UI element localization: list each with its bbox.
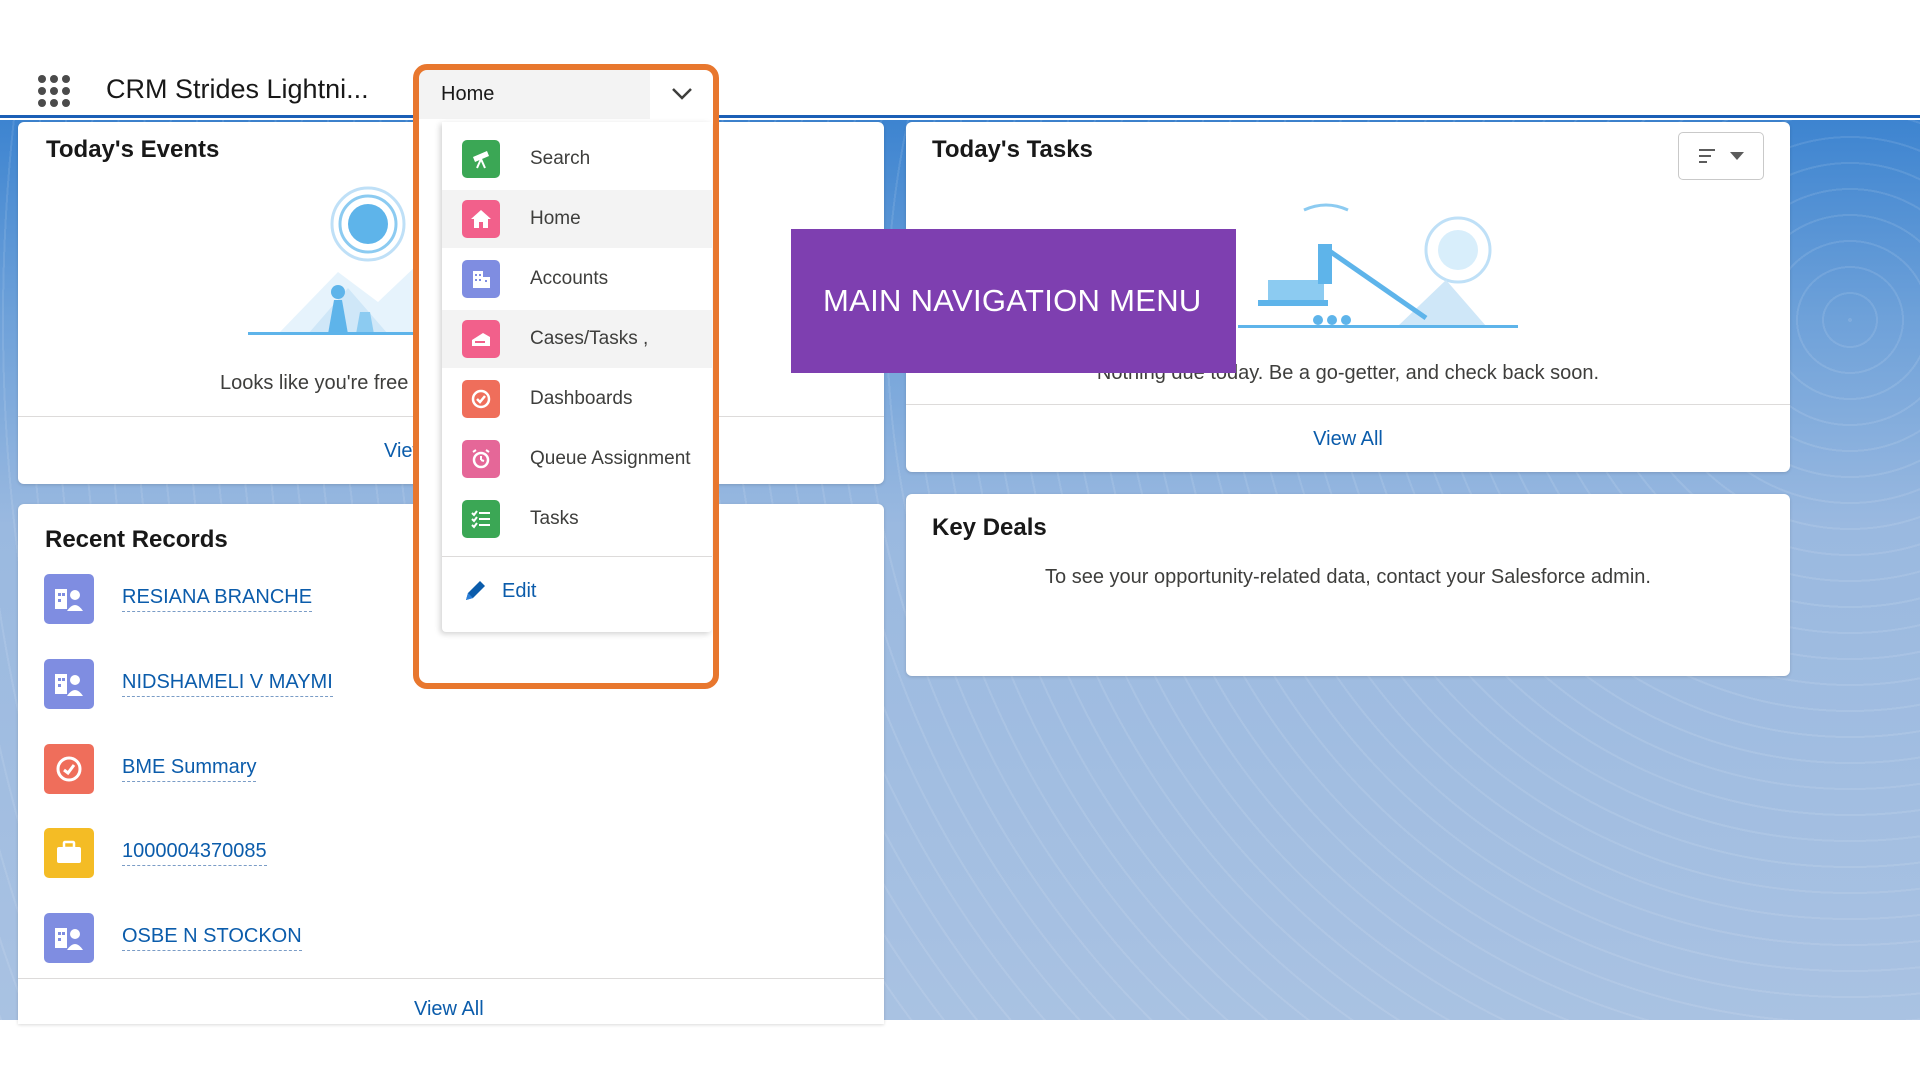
key-deals-message: To see your opportunity-related data, co… — [1045, 566, 1651, 588]
recent-record-row[interactable]: NIDSHAMELI V MAYMI — [44, 659, 333, 709]
tasks-title: Today's Tasks — [932, 136, 1093, 163]
dashboard-gauge-icon — [44, 744, 94, 794]
contact-building-icon — [44, 659, 94, 709]
contact-building-icon — [44, 913, 94, 963]
app-launcher-waffle-icon[interactable] — [34, 71, 74, 111]
recent-records-title: Recent Records — [45, 526, 228, 553]
tasks-view-all-link[interactable]: View All — [906, 428, 1790, 451]
recent-record-row[interactable]: 1000004370085 — [44, 828, 267, 878]
events-empty-message: Looks like you're free an — [220, 372, 437, 394]
recent-record-row[interactable]: OSBE N STOCKON — [44, 913, 302, 963]
recent-record-row[interactable]: RESIANA BRANCHE — [44, 574, 313, 624]
recent-record-row[interactable]: BME Summary — [44, 744, 257, 794]
nav-menu-highlight-box — [413, 64, 719, 689]
recent-view-all-link[interactable]: View All — [414, 998, 484, 1021]
recent-record-link[interactable]: 1000004370085 — [122, 840, 267, 866]
recent-record-link[interactable]: RESIANA BRANCHE — [122, 586, 313, 612]
recent-record-link[interactable]: NIDSHAMELI V MAYMI — [122, 671, 333, 697]
tasks-empty-illustration — [1238, 203, 1518, 328]
tasks-footer-divider — [906, 404, 1790, 405]
events-title: Today's Events — [46, 136, 220, 163]
contact-building-icon — [44, 574, 94, 624]
chevron-down-icon — [1730, 152, 1744, 160]
tasks-filter-button[interactable] — [1678, 132, 1764, 180]
sort-filter-icon — [1699, 149, 1715, 163]
main-navigation-callout: MAIN NAVIGATION MENU — [791, 229, 1236, 373]
recent-record-link[interactable]: BME Summary — [122, 756, 257, 782]
key-deals-card: Key Deals To see your opportunity-relate… — [906, 494, 1790, 676]
screen: CRM Strides Lightni... Today's Events Lo… — [0, 0, 1920, 1080]
briefcase-icon — [44, 828, 94, 878]
callout-label: MAIN NAVIGATION MENU — [823, 283, 1202, 318]
recent-footer-divider — [18, 978, 884, 979]
recent-record-link[interactable]: OSBE N STOCKON — [122, 925, 302, 951]
key-deals-title: Key Deals — [932, 514, 1047, 541]
app-name: CRM Strides Lightni... — [106, 74, 369, 104]
